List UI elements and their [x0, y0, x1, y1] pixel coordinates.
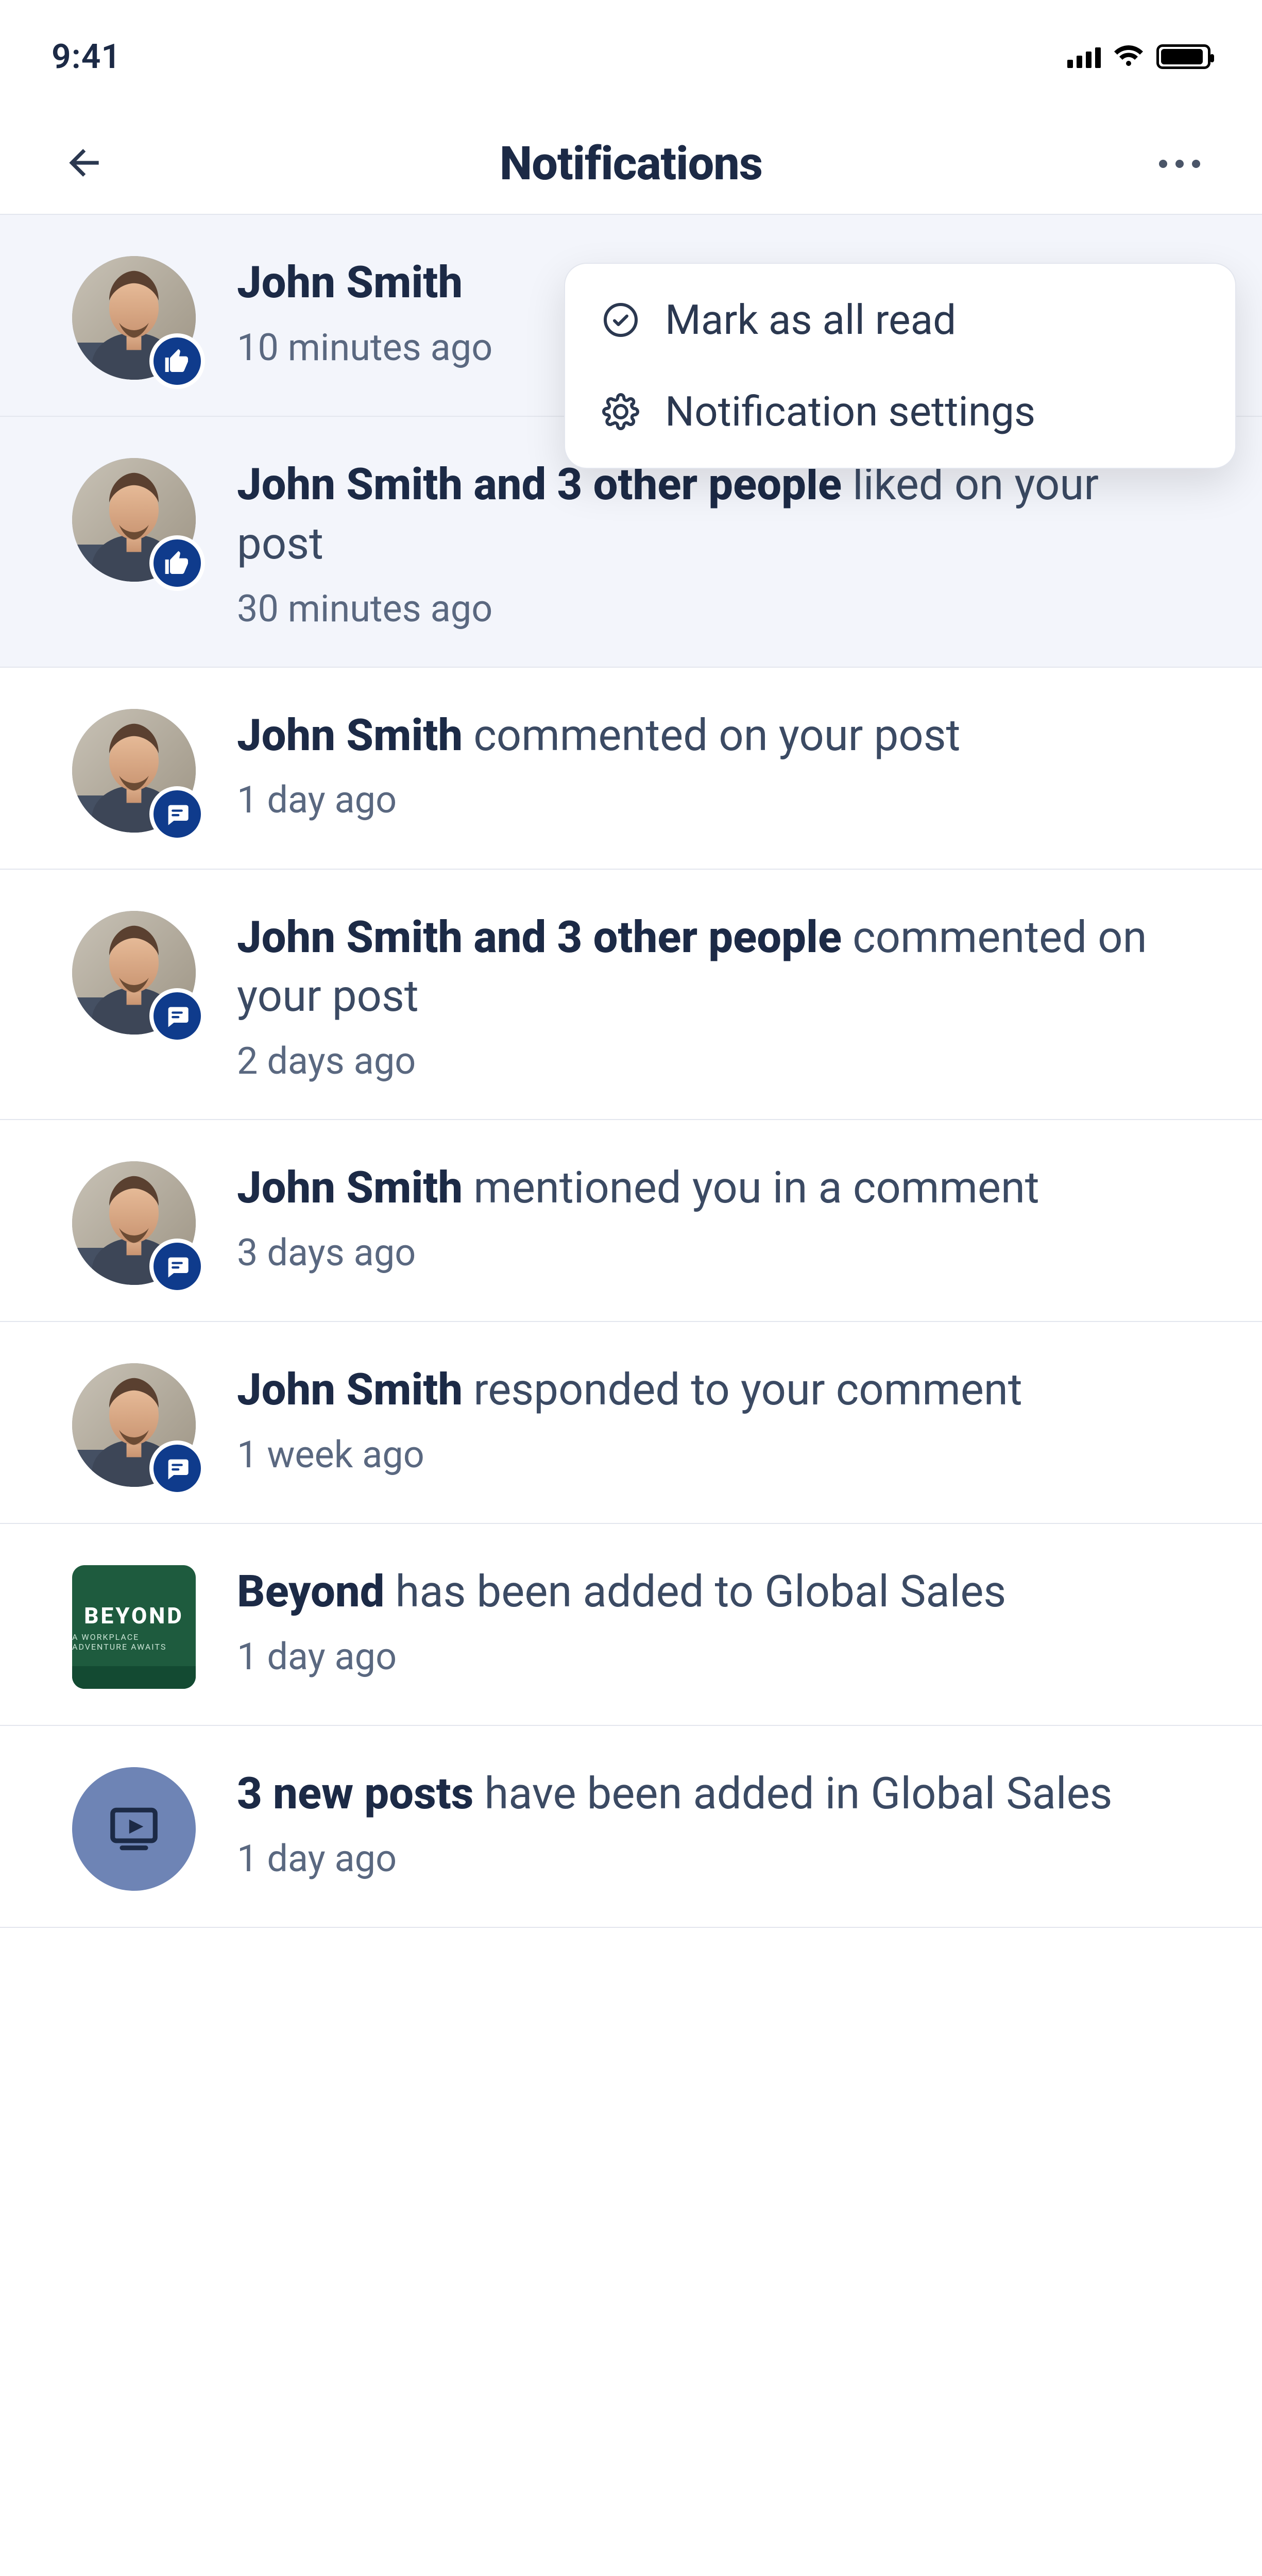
notification-text: John Smith responded to your comment 1 we… — [237, 1358, 1195, 1477]
menu-item-mark-all-read[interactable]: Mark as all read — [565, 274, 1235, 366]
notification-title: 3 new posts have been added in Global Sa… — [237, 1764, 1195, 1823]
more-dot-icon — [1192, 160, 1200, 168]
arrow-left-icon — [62, 141, 106, 185]
like-badge-icon — [149, 333, 205, 389]
comment-badge-icon — [149, 988, 205, 1044]
menu-item-notification-settings[interactable]: Notification settings — [565, 366, 1235, 457]
posts-icon — [72, 1767, 196, 1891]
battery-icon — [1156, 44, 1210, 69]
avatar — [72, 256, 196, 380]
notification-text: John Smith commented on your post 1 day a… — [237, 704, 1195, 822]
notification-text: 3 new posts have been added in Global Sa… — [237, 1762, 1195, 1880]
notification-text: John Smith mentioned you in a comment 3 d… — [237, 1156, 1195, 1275]
comment-badge-icon — [149, 1239, 205, 1294]
menu-item-label: Mark as all read — [665, 296, 956, 344]
header-menu-popover: Mark as all read Notification settings — [564, 263, 1236, 469]
like-badge-icon — [149, 535, 205, 591]
avatar — [72, 911, 196, 1035]
notification-text: John Smith and 3 other people liked on y… — [237, 453, 1195, 631]
avatar — [72, 1767, 196, 1891]
notification-item[interactable]: BEYONDA WORKPLACE ADVENTURE AWAITS Beyond… — [0, 1524, 1262, 1726]
check-circle-icon — [602, 301, 639, 338]
notification-list: John Smith10 minutes ago John Smith and … — [0, 214, 1262, 1928]
comment-badge-icon — [149, 1440, 205, 1496]
avatar — [72, 709, 196, 833]
notification-item[interactable]: John Smith commented on your post 1 day a… — [0, 668, 1262, 870]
notification-title: John Smith and 3 other people commented … — [237, 908, 1195, 1026]
wifi-icon — [1113, 45, 1144, 68]
notification-item[interactable]: John Smith responded to your comment 1 we… — [0, 1322, 1262, 1524]
avatar — [72, 1363, 196, 1487]
more-dot-icon — [1159, 160, 1167, 168]
beyond-thumbnail: BEYONDA WORKPLACE ADVENTURE AWAITS — [72, 1565, 196, 1689]
notification-title: John Smith and 3 other people liked on y… — [237, 455, 1195, 573]
avatar — [72, 1161, 196, 1285]
notification-text: Beyond has been added to Global Sales 1 d… — [237, 1560, 1195, 1679]
menu-item-label: Notification settings — [665, 387, 1035, 436]
notification-title: Beyond has been added to Global Sales — [237, 1562, 1195, 1621]
notification-item[interactable]: John Smith mentioned you in a comment 3 d… — [0, 1120, 1262, 1322]
notification-title: John Smith commented on your post — [237, 706, 1195, 765]
header-more-button[interactable] — [1159, 160, 1200, 168]
notification-time: 1 day ago — [237, 1635, 1195, 1679]
notification-time: 1 week ago — [237, 1433, 1195, 1477]
notification-item[interactable]: 3 new posts have been added in Global Sa… — [0, 1726, 1262, 1928]
notification-time: 3 days ago — [237, 1231, 1195, 1275]
status-time: 9:41 — [52, 37, 121, 77]
page-header: Notifications — [0, 113, 1262, 214]
avatar: BEYONDA WORKPLACE ADVENTURE AWAITS — [72, 1565, 196, 1689]
cellular-icon — [1067, 45, 1101, 68]
gear-icon — [602, 393, 639, 430]
back-button[interactable] — [62, 141, 106, 187]
comment-badge-icon — [149, 786, 205, 842]
notification-title: John Smith mentioned you in a comment — [237, 1158, 1195, 1217]
status-bar: 9:41 — [0, 0, 1262, 113]
notification-time: 1 day ago — [237, 778, 1195, 822]
notification-time: 30 minutes ago — [237, 587, 1195, 631]
page-title: Notifications — [500, 137, 762, 191]
avatar — [72, 458, 196, 582]
status-indicators — [1067, 44, 1210, 69]
notification-time: 2 days ago — [237, 1039, 1195, 1083]
notification-time: 1 day ago — [237, 1837, 1195, 1880]
more-dot-icon — [1175, 160, 1184, 168]
notification-title: John Smith responded to your comment — [237, 1360, 1195, 1419]
notification-text: John Smith and 3 other people commented … — [237, 906, 1195, 1083]
notification-item[interactable]: John Smith and 3 other people commented … — [0, 870, 1262, 1121]
